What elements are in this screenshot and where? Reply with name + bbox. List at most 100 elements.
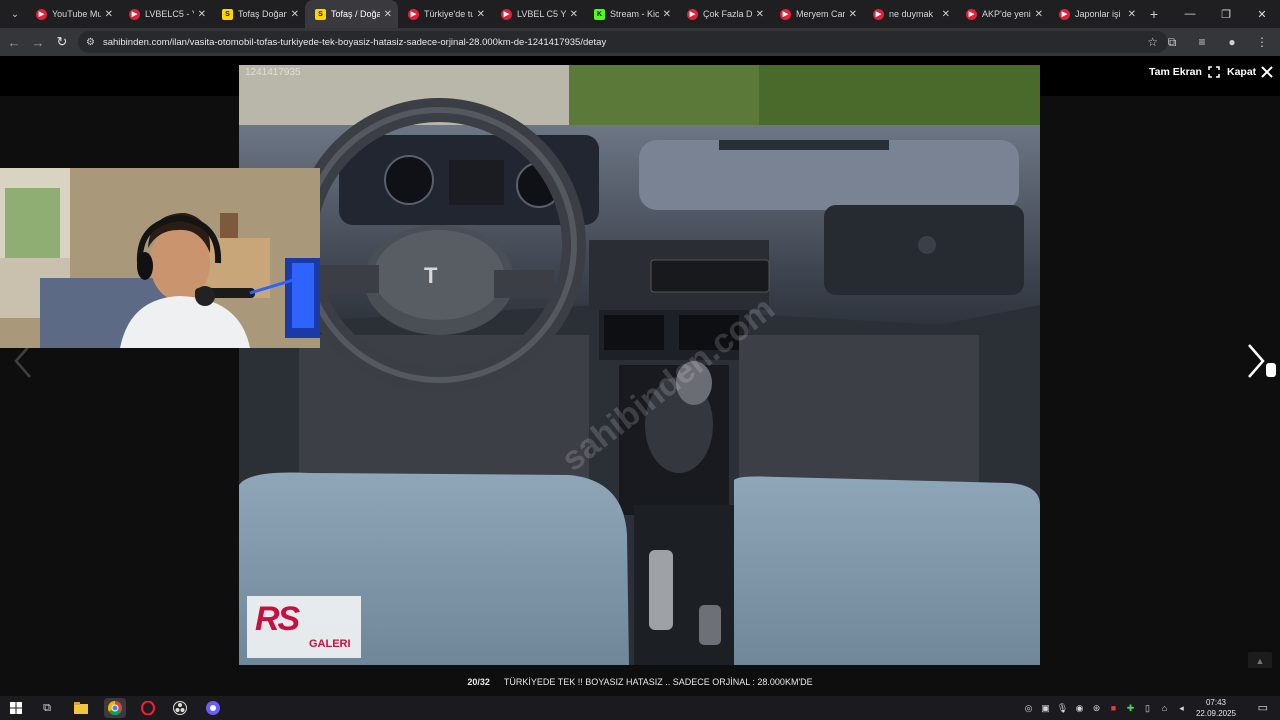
close-gallery-button[interactable]: Kapat xyxy=(1227,66,1273,78)
browser-tab[interactable]: ▶ ne duymak ✕ xyxy=(863,0,956,28)
browser-tab[interactable]: ▶ Türkiye'de tu ✕ xyxy=(398,0,491,28)
tab-close-icon[interactable]: ✕ xyxy=(942,9,950,20)
photo-counter: 20/32 xyxy=(467,677,490,687)
photo-caption-bar: 20/32 TÜRKİYEDE TEK !! BOYASIZ HATASIZ .… xyxy=(0,668,1280,696)
browser-tab[interactable]: ▶ AKP'de yeni ✕ xyxy=(956,0,1049,28)
new-tab-button[interactable]: + xyxy=(1142,6,1166,22)
tab-close-icon[interactable]: ✕ xyxy=(849,9,857,20)
tab-title: Meryem Car xyxy=(796,9,845,19)
listing-photo[interactable]: T 1241417935 sahibinden.com RS GALERI xyxy=(239,65,1040,665)
fullscreen-icon xyxy=(1208,66,1220,78)
tray-green-icon[interactable]: ✚ xyxy=(1124,702,1137,715)
tab-close-icon[interactable]: ✕ xyxy=(570,9,578,20)
tab-title: LVBELC5 - Yo xyxy=(145,9,194,19)
youtube-favicon-icon: ▶ xyxy=(36,8,47,20)
tab-close-icon[interactable]: ✕ xyxy=(105,9,113,20)
close-label: Kapat xyxy=(1227,66,1257,78)
youtube-favicon-icon: ▶ xyxy=(687,8,698,20)
minimize-icon[interactable]: — xyxy=(1172,0,1208,28)
tab-close-icon[interactable]: ✕ xyxy=(756,9,764,20)
tab-list: ▶YouTube Mu✕▶LVBELC5 - Yo✕STofaş Doğan✕S… xyxy=(26,0,1142,28)
battery-icon[interactable]: ▯ xyxy=(1141,702,1154,715)
gallery-viewer: T 1241417935 sahibinden.com RS GALERI Ta… xyxy=(0,56,1280,670)
browser-tab[interactable]: S Tofaş Doğan ✕ xyxy=(212,0,305,28)
windows-start-icon[interactable] xyxy=(5,698,27,718)
webcam-overlay xyxy=(0,168,320,348)
tab-title: Tofaş Doğan xyxy=(238,9,287,19)
youtube-favicon-icon: ▶ xyxy=(1059,8,1070,20)
listing-title: TÜRKİYEDE TEK !! BOYASIZ HATASIZ .. SADE… xyxy=(503,677,813,687)
tab-title: Türkiye'de tu xyxy=(424,9,473,19)
tab-close-icon[interactable]: ✕ xyxy=(384,9,392,20)
file-explorer-icon[interactable] xyxy=(70,698,92,718)
clock-time: 07:43 xyxy=(1205,698,1227,707)
youtube-favicon-icon: ▶ xyxy=(408,8,419,20)
tray-screen-icon[interactable]: ▣ xyxy=(1039,702,1052,715)
browser-tab[interactable]: S Tofaş / Doğa ✕ xyxy=(305,0,398,28)
clock-date: 22.09.2025 xyxy=(1195,709,1237,718)
microphone-icon[interactable]: 🎙 xyxy=(1056,702,1069,715)
tab-search-icon[interactable]: ⌄ xyxy=(4,3,26,25)
tray-app-icon[interactable]: ◎ xyxy=(1022,702,1035,715)
dealer-logo: RS GALERI xyxy=(247,596,361,658)
extensions-icon[interactable]: ⧉ xyxy=(1162,30,1182,54)
tray-red-icon[interactable]: ■ xyxy=(1107,702,1120,715)
tab-title: LVBEL C5 YA xyxy=(517,9,566,19)
network-icon[interactable]: ⌂ xyxy=(1158,702,1171,715)
youtube-favicon-icon: ▶ xyxy=(780,8,791,20)
address-bar[interactable]: ⚙ sahibinden.com/ilan/vasita-otomobil-to… xyxy=(78,31,1168,53)
photo-id: 1241417935 xyxy=(245,67,301,78)
notification-icon[interactable]: ▭ xyxy=(1258,701,1268,714)
tab-close-icon[interactable]: ✕ xyxy=(198,9,206,20)
tab-close-icon[interactable]: ✕ xyxy=(477,9,485,20)
next-photo-chevron-icon[interactable] xyxy=(1243,341,1269,381)
profile-avatar[interactable]: ● xyxy=(1222,30,1242,54)
fullscreen-button[interactable]: Tam Ekran xyxy=(1149,66,1220,78)
toolbar-actions: ⧉ ≡ ● ⋮ xyxy=(1162,30,1272,54)
car-interior-image: T xyxy=(239,65,1040,665)
browser-tab[interactable]: ▶ Çok Fazla Dı ✕ xyxy=(677,0,770,28)
browser-tab[interactable]: K Stream - Kic ✕ xyxy=(584,0,677,28)
kick-favicon-icon: K xyxy=(594,8,605,20)
restore-icon[interactable]: ❐ xyxy=(1208,0,1244,28)
url-text[interactable]: sahibinden.com/ilan/vasita-otomobil-tofa… xyxy=(103,37,606,48)
discord-icon[interactable]: ◉ xyxy=(1073,702,1086,715)
tab-title: YouTube Mu xyxy=(52,9,101,19)
tab-close-icon[interactable]: ✕ xyxy=(291,9,299,20)
close-icon xyxy=(1261,66,1273,78)
tab-close-icon[interactable]: ✕ xyxy=(663,9,671,20)
browser-tab[interactable]: ▶ Japonlar işi ✕ xyxy=(1049,0,1142,28)
obs-icon[interactable] xyxy=(169,698,191,718)
browser-tab[interactable]: ▶ Meryem Car ✕ xyxy=(770,0,863,28)
close-window-icon[interactable]: ✕ xyxy=(1244,0,1280,28)
youtube-favicon-icon: ▶ xyxy=(966,8,977,20)
youtube-favicon-icon: ▶ xyxy=(501,8,512,20)
browser-tab[interactable]: ▶ LVBEL C5 YA ✕ xyxy=(491,0,584,28)
sahibinden-favicon-icon: S xyxy=(315,8,326,20)
tab-title: Tofaş / Doğa xyxy=(331,9,380,19)
back-button[interactable]: ← xyxy=(2,30,26,54)
task-view-icon[interactable]: ⧉ xyxy=(36,698,58,718)
steam-icon[interactable]: ⊛ xyxy=(1090,702,1103,715)
app-icon[interactable] xyxy=(202,698,224,718)
browser-tab[interactable]: ▶ YouTube Mu ✕ xyxy=(26,0,119,28)
youtube-favicon-icon: ▶ xyxy=(873,8,884,20)
volume-icon[interactable]: ◂ xyxy=(1175,702,1188,715)
svg-text:T: T xyxy=(424,263,438,288)
forward-button[interactable]: → xyxy=(26,30,50,54)
tab-title: Stream - Kic xyxy=(610,9,659,19)
chrome-icon[interactable] xyxy=(104,698,126,718)
tab-close-icon[interactable]: ✕ xyxy=(1035,9,1043,20)
menu-icon[interactable]: ⋮ xyxy=(1252,30,1272,54)
opera-icon[interactable] xyxy=(137,698,159,718)
reload-button[interactable]: ↻ xyxy=(50,30,74,54)
tab-close-icon[interactable]: ✕ xyxy=(1128,9,1136,20)
site-info-icon[interactable]: ⚙ xyxy=(86,37,95,48)
sahibinden-favicon-icon: S xyxy=(222,8,233,20)
bookmark-star-icon[interactable]: ☆ xyxy=(1147,35,1158,49)
youtube-favicon-icon: ▶ xyxy=(129,8,140,20)
media-controls-icon[interactable]: ≡ xyxy=(1192,30,1212,54)
browser-tab[interactable]: ▶ LVBELC5 - Yo ✕ xyxy=(119,0,212,28)
tab-title: Japonlar işi xyxy=(1075,9,1121,19)
clock[interactable]: 07:43 22.09.2025 xyxy=(1192,696,1240,720)
